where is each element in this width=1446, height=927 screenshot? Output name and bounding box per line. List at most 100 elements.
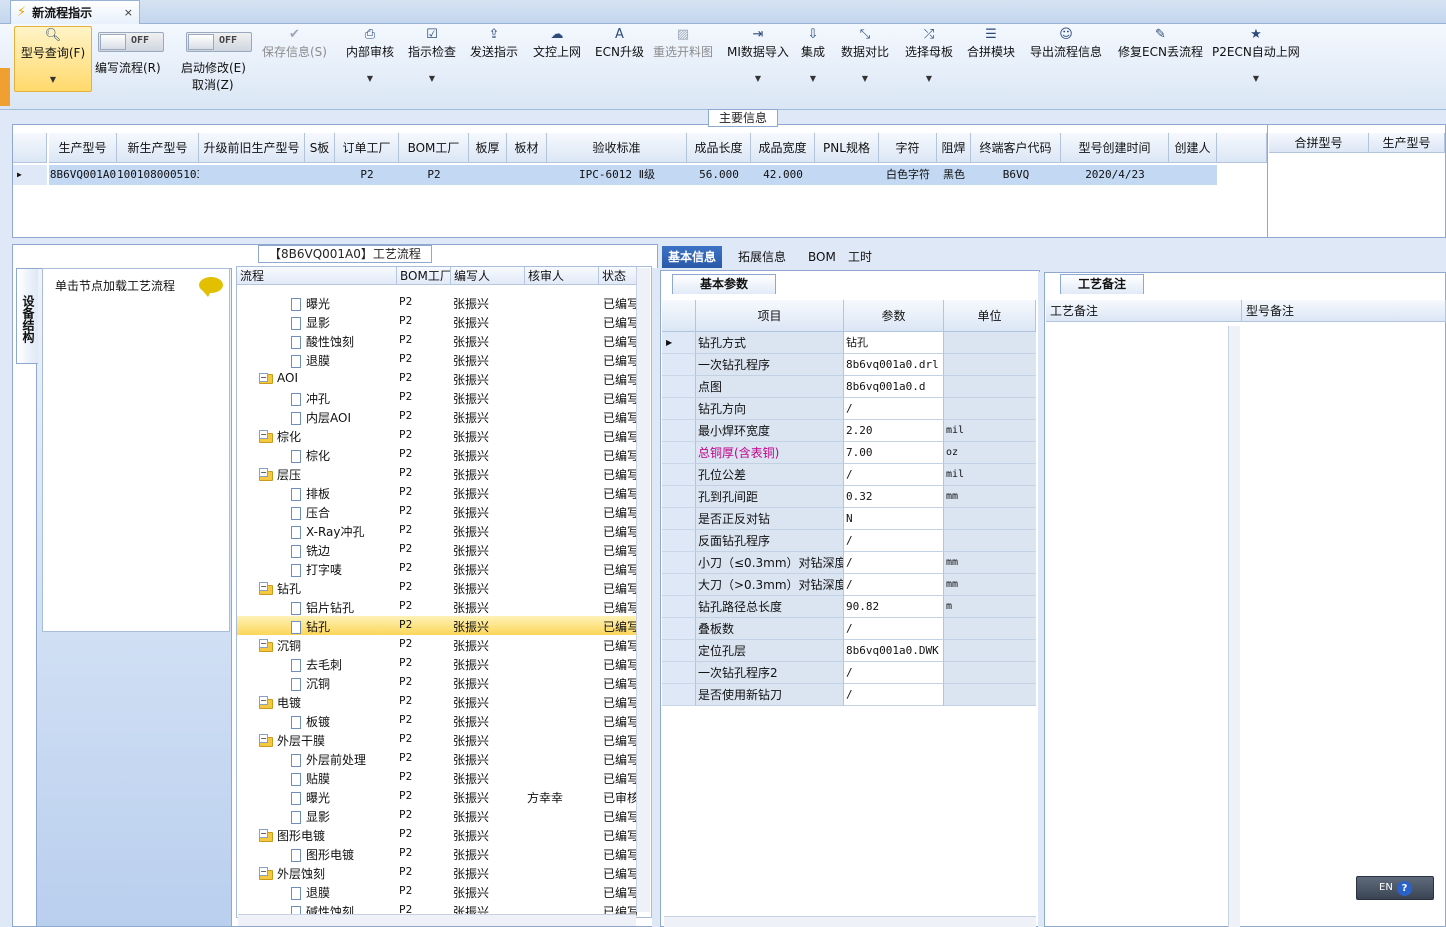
param-row[interactable]: 是否正反对钻 N	[662, 508, 1036, 530]
param-value-cell[interactable]: 钻孔	[844, 332, 944, 354]
column-header[interactable]: 板材	[507, 133, 547, 163]
tree-node[interactable]: 沉铜	[291, 675, 330, 692]
chevron-down-icon[interactable]: ▼	[841, 72, 889, 86]
tree-row[interactable]: 退膜 P2 张振兴 已编写	[237, 882, 637, 901]
tree-node[interactable]: 曝光	[291, 789, 330, 806]
start-modify-toggle[interactable]: OFF	[186, 32, 252, 52]
param-value-cell[interactable]: /	[844, 552, 944, 574]
param-value-cell[interactable]: N	[844, 508, 944, 530]
tree-row[interactable]: 显影 P2 张振兴 已编写	[237, 312, 637, 331]
tree-row[interactable]: X-Ray冲孔 P2 张振兴 已编写	[237, 521, 637, 540]
tree-node[interactable]: 内层AOI	[291, 409, 351, 426]
tree-row[interactable]: 沉铜 P2 张振兴 已编写	[237, 673, 637, 692]
tree-horizontal-scrollbar[interactable]	[238, 914, 636, 926]
tree-node[interactable]: 铝片钻孔	[291, 599, 354, 616]
tree-row[interactable]: 钻孔 P2 张振兴 已编写	[237, 616, 637, 635]
tree-node[interactable]: 曝光	[291, 295, 330, 312]
column-header[interactable]: 创建人	[1169, 133, 1217, 163]
tree-row[interactable]: 压合 P2 张振兴 已编写	[237, 502, 637, 521]
tree-row[interactable]: 退膜 P2 张振兴 已编写	[237, 350, 637, 369]
tree-row[interactable]: 板镀 P2 张振兴 已编写	[237, 711, 637, 730]
column-header[interactable]: 验收标准	[547, 133, 687, 163]
tree-row[interactable]: 外层前处理 P2 张振兴 已编写	[237, 749, 637, 768]
export-flow-info-button[interactable]: ☺ 导出流程信息	[1030, 26, 1102, 92]
tree-vertical-scrollbar[interactable]	[636, 268, 650, 912]
param-value-cell[interactable]: 8b6vq001a0.drl	[844, 354, 944, 376]
tree-node[interactable]: − 图形电镀	[259, 827, 325, 844]
column-header[interactable]: BOM工厂	[399, 133, 469, 163]
param-row[interactable]: 小刀（≤0.3mm）对钻深度 / mm	[662, 552, 1036, 574]
param-value-cell[interactable]: 0.32	[844, 486, 944, 508]
tree-node[interactable]: 显影	[291, 808, 330, 825]
column-header[interactable]: 生产型号	[1369, 133, 1445, 153]
collapse-icon[interactable]: −	[259, 829, 268, 838]
cancel-label[interactable]: 取消(Z)	[192, 76, 234, 93]
tree-node[interactable]: 打字唛	[291, 561, 342, 578]
param-row[interactable]: 最小焊环宽度 2.20 mil	[662, 420, 1036, 442]
chevron-down-icon[interactable]: ▼	[905, 72, 953, 86]
internal-review-button[interactable]: ⎙ 内部审核 ▼	[346, 26, 394, 92]
help-icon[interactable]: ?	[1397, 881, 1412, 896]
tree-node[interactable]: 显影	[291, 314, 330, 331]
tree-row[interactable]: 排板 P2 张振兴 已编写	[237, 483, 637, 502]
tree-node[interactable]: X-Ray冲孔	[291, 523, 364, 540]
param-value-cell[interactable]: /	[844, 464, 944, 486]
tree-node[interactable]: 去毛刺	[291, 656, 342, 673]
tab-new-flow-instruction[interactable]: ⚡ 新流程指示 ×	[10, 0, 140, 24]
tree-row[interactable]: 曝光 P2 张振兴 方幸幸 已审核	[237, 787, 637, 806]
tree-node[interactable]: − 钻孔	[259, 580, 301, 597]
collapse-icon[interactable]: −	[259, 639, 268, 648]
param-row[interactable]: ▶ 钻孔方式 钻孔	[662, 332, 1036, 354]
tree-row[interactable]: 贴膜 P2 张振兴 已编写	[237, 768, 637, 787]
column-header[interactable]: 板厚	[469, 133, 507, 163]
tree-column-header[interactable]: 状态	[599, 267, 637, 285]
collapse-icon[interactable]: −	[259, 468, 268, 477]
send-instruction-button[interactable]: ⇪ 发送指示	[470, 26, 518, 92]
param-value-cell[interactable]: 8b6vq001a0.DWK	[844, 640, 944, 662]
collapse-icon[interactable]: −	[259, 373, 268, 382]
language-bar[interactable]: EN ?	[1356, 876, 1434, 900]
chevron-down-icon[interactable]: ▼	[801, 72, 825, 86]
column-header[interactable]: 阻焊	[937, 133, 971, 163]
collapse-icon[interactable]: −	[259, 734, 268, 743]
tree-node[interactable]: − 外层蚀刻	[259, 865, 325, 882]
tree-row[interactable]: − AOI P2 张振兴 已编写	[237, 369, 637, 388]
tree-row[interactable]: 打字唛 P2 张振兴 已编写	[237, 559, 637, 578]
params-column-header[interactable]: 项目	[696, 300, 844, 332]
tree-node[interactable]: 退膜	[291, 884, 330, 901]
tree-column-header[interactable]: 流程	[237, 267, 397, 285]
reselect-drawing-button[interactable]: ▨ 重选开料图	[653, 26, 713, 92]
tree-row[interactable]: 图形电镀 P2 张振兴 已编写	[237, 844, 637, 863]
tree-node[interactable]: 贴膜	[291, 770, 330, 787]
param-row[interactable]: 钻孔路径总长度 90.82 m	[662, 596, 1036, 618]
collapse-icon[interactable]: −	[259, 582, 268, 591]
tree-row[interactable]: 铝片钻孔 P2 张振兴 已编写	[237, 597, 637, 616]
params-horizontal-scrollbar[interactable]	[664, 916, 1036, 927]
param-value-cell[interactable]: /	[844, 530, 944, 552]
tree-row[interactable]: 显影 P2 张振兴 已编写	[237, 806, 637, 825]
vertical-splitter[interactable]	[1038, 272, 1044, 927]
tree-row[interactable]: 铣边 P2 张振兴 已编写	[237, 540, 637, 559]
column-header[interactable]: 成品宽度	[751, 133, 815, 163]
param-row[interactable]: 点图 8b6vq001a0.d	[662, 376, 1036, 398]
tree-node[interactable]: 图形电镀	[291, 846, 354, 863]
tree-node[interactable]: 压合	[291, 504, 330, 521]
tree-node[interactable]: 钻孔	[291, 618, 330, 635]
param-row[interactable]: 定位孔层 8b6vq001a0.DWK	[662, 640, 1036, 662]
integrate-button[interactable]: ⇩ 集成 ▼	[801, 26, 825, 92]
tree-node[interactable]: − 棕化	[259, 428, 301, 445]
param-value-cell[interactable]: /	[844, 618, 944, 640]
param-row[interactable]: 是否使用新钻刀 /	[662, 684, 1036, 706]
detail-tab[interactable]: 工时	[842, 246, 878, 268]
tree-node[interactable]: − 沉铜	[259, 637, 301, 654]
equipment-structure-tab[interactable]: 设备结构	[16, 268, 38, 364]
column-header[interactable]: 升级前旧生产型号	[199, 133, 305, 163]
column-header[interactable]: 字符	[879, 133, 937, 163]
column-header[interactable]: 成品长度	[687, 133, 751, 163]
tree-node[interactable]: − 外层干膜	[259, 732, 325, 749]
param-value-cell[interactable]: 8b6vq001a0.d	[844, 376, 944, 398]
tree-row[interactable]: − 沉铜 P2 张振兴 已编写	[237, 635, 637, 654]
chevron-down-icon[interactable]: ▼	[1212, 72, 1300, 86]
column-header[interactable]: 合拼型号	[1269, 133, 1369, 153]
notes-column-header[interactable]: 工艺备注	[1046, 300, 1242, 322]
